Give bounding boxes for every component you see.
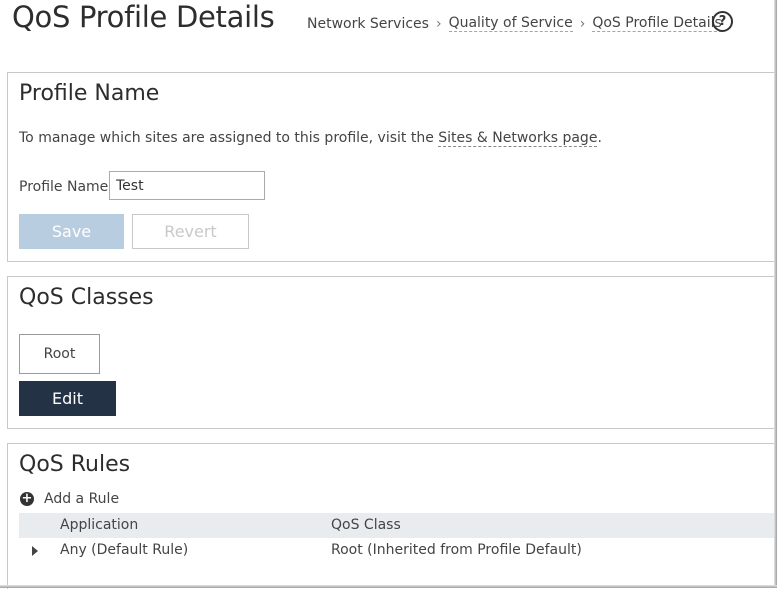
add-rule-button[interactable]: + Add a Rule: [20, 491, 119, 507]
qos-rules-heading: QoS Rules: [19, 452, 131, 477]
table-header: Application QoS Class: [19, 513, 777, 538]
profile-name-panel: Profile Name To manage which sites are a…: [7, 72, 777, 262]
rule-qos-class-cell: Root (Inherited from Profile Default): [331, 542, 582, 558]
chevron-right-icon: ›: [435, 15, 442, 32]
column-header-application[interactable]: Application: [60, 517, 138, 533]
root-class-node[interactable]: Root: [19, 334, 100, 374]
sites-info-prefix: To manage which sites are assigned to th…: [19, 130, 439, 146]
profile-name-heading: Profile Name: [19, 81, 160, 106]
table-row[interactable]: Any (Default Rule) Root (Inherited from …: [19, 538, 777, 563]
chevron-right-icon: ›: [579, 15, 586, 32]
breadcrumb-network-services[interactable]: Network Services: [307, 16, 429, 32]
profile-name-input[interactable]: [109, 171, 265, 200]
revert-button[interactable]: Revert: [132, 214, 249, 249]
column-header-qos-class[interactable]: QoS Class: [331, 517, 401, 533]
qos-classes-panel: QoS Classes Root Edit: [7, 276, 777, 429]
qos-classes-heading: QoS Classes: [19, 285, 154, 310]
rule-application-cell: Any (Default Rule): [60, 542, 189, 558]
qos-rules-panel: QoS Rules + Add a Rule Application QoS C…: [7, 443, 777, 589]
sites-networks-link[interactable]: Sites & Networks page: [438, 130, 598, 147]
breadcrumb: Network Services › Quality of Service › …: [307, 15, 722, 32]
qos-rules-table: Application QoS Class Any (Default Rule)…: [19, 513, 777, 563]
add-rule-label: Add a Rule: [44, 491, 120, 507]
profile-name-label: Profile Name: [19, 179, 109, 195]
sites-info-end: .: [597, 130, 602, 146]
breadcrumb-quality-of-service[interactable]: Quality of Service: [448, 15, 573, 32]
expand-triangle-icon[interactable]: [32, 546, 38, 556]
help-icon[interactable]: ?: [712, 11, 733, 32]
sites-info-text: To manage which sites are assigned to th…: [19, 130, 602, 147]
breadcrumb-qos-profile-details[interactable]: QoS Profile Details: [592, 15, 722, 32]
save-button[interactable]: Save: [19, 214, 124, 249]
edit-classes-button[interactable]: Edit: [19, 381, 116, 416]
page-title: QoS Profile Details: [12, 0, 275, 34]
plus-circle-icon: +: [20, 491, 34, 506]
